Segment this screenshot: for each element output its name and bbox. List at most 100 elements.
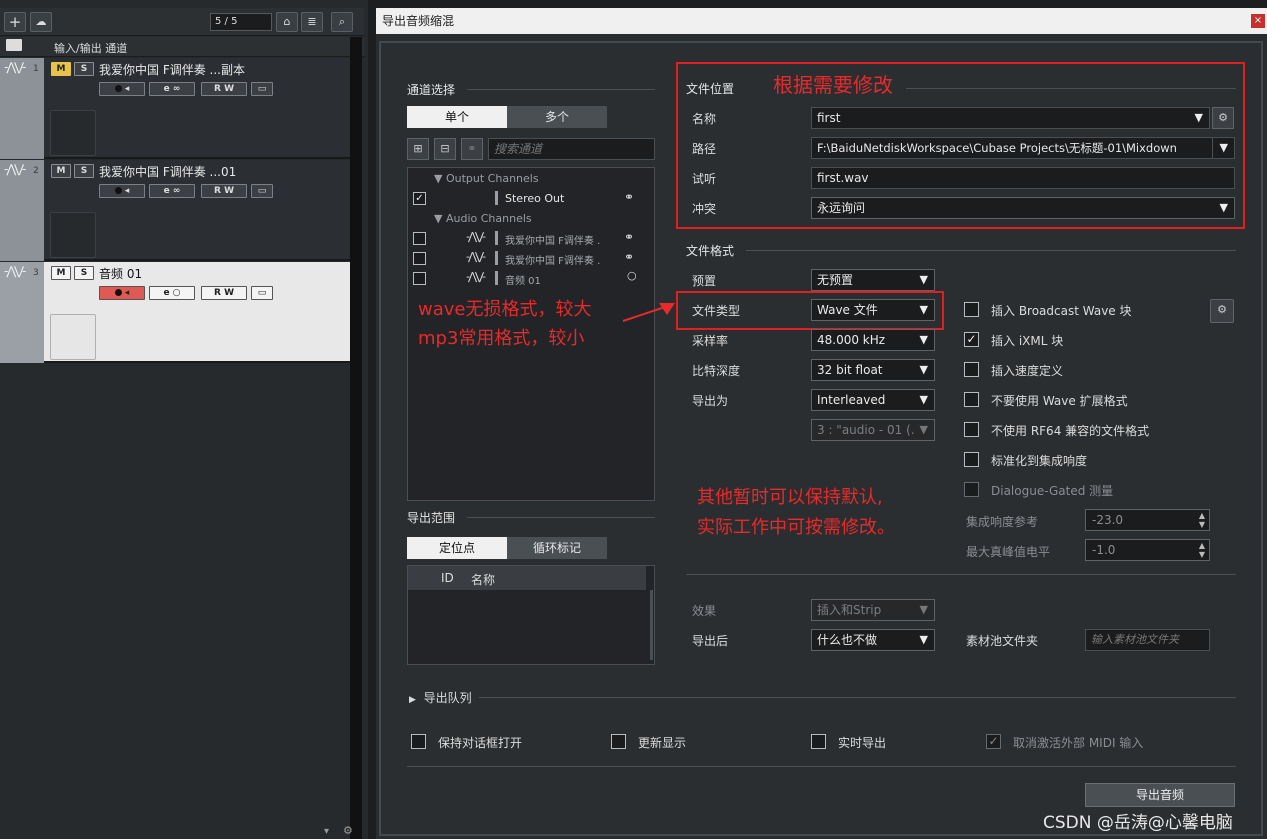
- keep-open-checkbox[interactable]: [411, 734, 426, 749]
- sample-rate-label: 采样率: [692, 334, 729, 348]
- read-write-button[interactable]: R W: [201, 286, 247, 300]
- link-button[interactable]: ⚭: [461, 138, 483, 160]
- record-monitor-button[interactable]: ◂: [99, 82, 145, 96]
- plus-icon: +: [8, 13, 22, 31]
- after-export-dropdown[interactable]: 什么也不做 ▼: [811, 629, 935, 651]
- list-button[interactable]: ≣: [301, 12, 323, 32]
- no-rf64-label: 不使用 RF64 兼容的文件格式: [991, 424, 1150, 438]
- output-channels-group[interactable]: ▼ Output Channels: [434, 172, 539, 185]
- chevron-down-icon[interactable]: ▼: [1211, 138, 1228, 158]
- deactivate-midi-checkbox: ✓: [986, 734, 1001, 749]
- normalize-checkbox[interactable]: [964, 452, 979, 467]
- annotation-text: 根据需要修改: [773, 73, 893, 97]
- solo-button[interactable]: S: [74, 266, 94, 280]
- solo-button[interactable]: S: [74, 62, 94, 76]
- channel-color-bar: [495, 191, 498, 205]
- bit-depth-dropdown[interactable]: 32 bit float ▼: [811, 359, 935, 381]
- preview-label: 试听: [692, 172, 717, 186]
- tab-multiple[interactable]: 多个: [507, 106, 607, 128]
- search-channel-input[interactable]: 搜索通道: [488, 138, 655, 160]
- col-name[interactable]: 名称: [471, 571, 495, 588]
- track-row-selected[interactable]: -⋀⋁- 3 M S 音频 01 ◂ e ○ R W ▭: [0, 262, 362, 363]
- solo-button[interactable]: S: [74, 164, 94, 178]
- tab-locators[interactable]: 定位点: [407, 537, 507, 559]
- edit-link-button[interactable]: e ∞: [149, 184, 195, 198]
- watermark: CSDN @岳涛@心馨电脑: [1043, 813, 1233, 833]
- track-scrollbar[interactable]: [350, 37, 362, 839]
- annotation-line: mp3常用格式，较小: [418, 328, 585, 349]
- cloud-button[interactable]: ☁: [30, 12, 52, 32]
- track-settings-button[interactable]: ▭: [251, 184, 273, 198]
- file-type-dropdown[interactable]: Wave 文件 ▼: [811, 299, 935, 321]
- record-enable-button[interactable]: ◂: [99, 286, 145, 300]
- channel-select-title: 通道选择: [407, 83, 456, 97]
- track-row[interactable]: -⋀⋁- 1 M S 我爱你中国 F调伴奏 ...副本 ◂ e ∞ R W ▭: [0, 58, 362, 159]
- channel-checkbox[interactable]: [413, 232, 426, 245]
- audio-channels-group[interactable]: ▼ Audio Channels: [434, 212, 532, 225]
- name-value: first: [817, 111, 841, 125]
- folder-icon: [6, 39, 22, 51]
- add-track-button[interactable]: +: [4, 12, 26, 32]
- bwf-settings-button[interactable]: ⚙: [1210, 299, 1234, 323]
- track-name: 我爱你中国 F调伴奏 ...副本: [99, 63, 245, 77]
- read-write-button[interactable]: R W: [201, 184, 247, 198]
- update-display-checkbox[interactable]: [611, 734, 626, 749]
- conflict-dropdown[interactable]: 永远询问 ▼: [811, 197, 1235, 219]
- path-input[interactable]: F:\BaiduNetdiskWorkspace\Cubase Projects…: [811, 137, 1235, 159]
- stereo-out-checkbox[interactable]: ✓: [413, 192, 426, 205]
- name-input[interactable]: first ▼: [811, 107, 1210, 129]
- expand-all-button[interactable]: ⊞: [407, 138, 429, 160]
- preview-filename: first.wav: [811, 167, 1235, 189]
- tab-cycle-markers[interactable]: 循环标记: [507, 537, 607, 559]
- ixml-checkbox[interactable]: ✓: [964, 332, 979, 347]
- realtime-checkbox[interactable]: [811, 734, 826, 749]
- close-button[interactable]: ×: [1251, 14, 1265, 28]
- mute-button[interactable]: M: [51, 164, 71, 178]
- bwf-checkbox[interactable]: [964, 302, 979, 317]
- search-button[interactable]: ⌕: [331, 12, 353, 32]
- table-scrollbar[interactable]: [650, 590, 653, 660]
- no-wave-ext-checkbox[interactable]: [964, 392, 979, 407]
- channel-checkbox[interactable]: [413, 272, 426, 285]
- pool-folder-input[interactable]: 输入素材池文件夹: [1085, 629, 1210, 651]
- collapse-all-button[interactable]: ⊟: [434, 138, 456, 160]
- dialog-title: 导出音频缩混: [382, 14, 455, 28]
- tempo-checkbox[interactable]: [964, 362, 979, 377]
- annotation-line: wave无损格式，较大: [418, 299, 592, 320]
- annotation-text: 其他暂时可以保持默认, 实际工作中可按需修改。: [697, 483, 895, 543]
- channel-checkbox[interactable]: [413, 252, 426, 265]
- mute-button[interactable]: M: [51, 62, 71, 76]
- collapse-icon: ⊟: [440, 142, 450, 155]
- preset-dropdown[interactable]: 无预置 ▼: [811, 269, 935, 291]
- cloud-icon: ☁: [35, 15, 47, 28]
- track-settings-button[interactable]: ▭: [251, 82, 273, 96]
- chevron-down-icon: ▼: [919, 273, 928, 286]
- read-write-button[interactable]: R W: [201, 82, 247, 96]
- edit-button[interactable]: e ○: [149, 286, 195, 300]
- gear-icon[interactable]: ⚙: [343, 824, 353, 837]
- range-table: ID 名称: [407, 565, 655, 665]
- export-queue-toggle[interactable]: ▶ 导出队列: [409, 689, 472, 706]
- channel-layout-dropdown: 3 : "audio - 01 (. ▼: [811, 419, 935, 441]
- tempo-label: 插入速度定义: [991, 364, 1064, 378]
- export-audio-button[interactable]: 导出音频: [1085, 783, 1235, 807]
- record-monitor-button[interactable]: ◂: [99, 184, 145, 198]
- channel-color-bar: [495, 251, 498, 265]
- annotation-arrow: [622, 303, 675, 322]
- chevron-down-icon[interactable]: ▼: [1195, 108, 1203, 128]
- export-as-dropdown[interactable]: Interleaved ▼: [811, 389, 935, 411]
- col-id[interactable]: ID: [441, 571, 454, 585]
- spinner-arrows-icon: ▲ ▼: [1198, 511, 1205, 529]
- export-as-value: Interleaved: [817, 393, 886, 407]
- sample-rate-dropdown[interactable]: 48.000 kHz ▼: [811, 329, 935, 351]
- edit-link-button[interactable]: e ∞: [149, 82, 195, 96]
- mute-button[interactable]: M: [51, 266, 71, 280]
- chevron-down-icon[interactable]: ▾: [324, 826, 329, 837]
- name-settings-button[interactable]: ⚙: [1212, 107, 1234, 129]
- tab-single[interactable]: 单个: [407, 106, 507, 128]
- home-button[interactable]: ⌂: [276, 12, 298, 32]
- track-row[interactable]: -⋀⋁- 2 M S 我爱你中国 F调伴奏 ...01 ◂ e ∞ R W ▭: [0, 160, 362, 261]
- track-settings-button[interactable]: ▭: [251, 286, 273, 300]
- record-icon: [114, 187, 122, 194]
- no-rf64-checkbox[interactable]: [964, 422, 979, 437]
